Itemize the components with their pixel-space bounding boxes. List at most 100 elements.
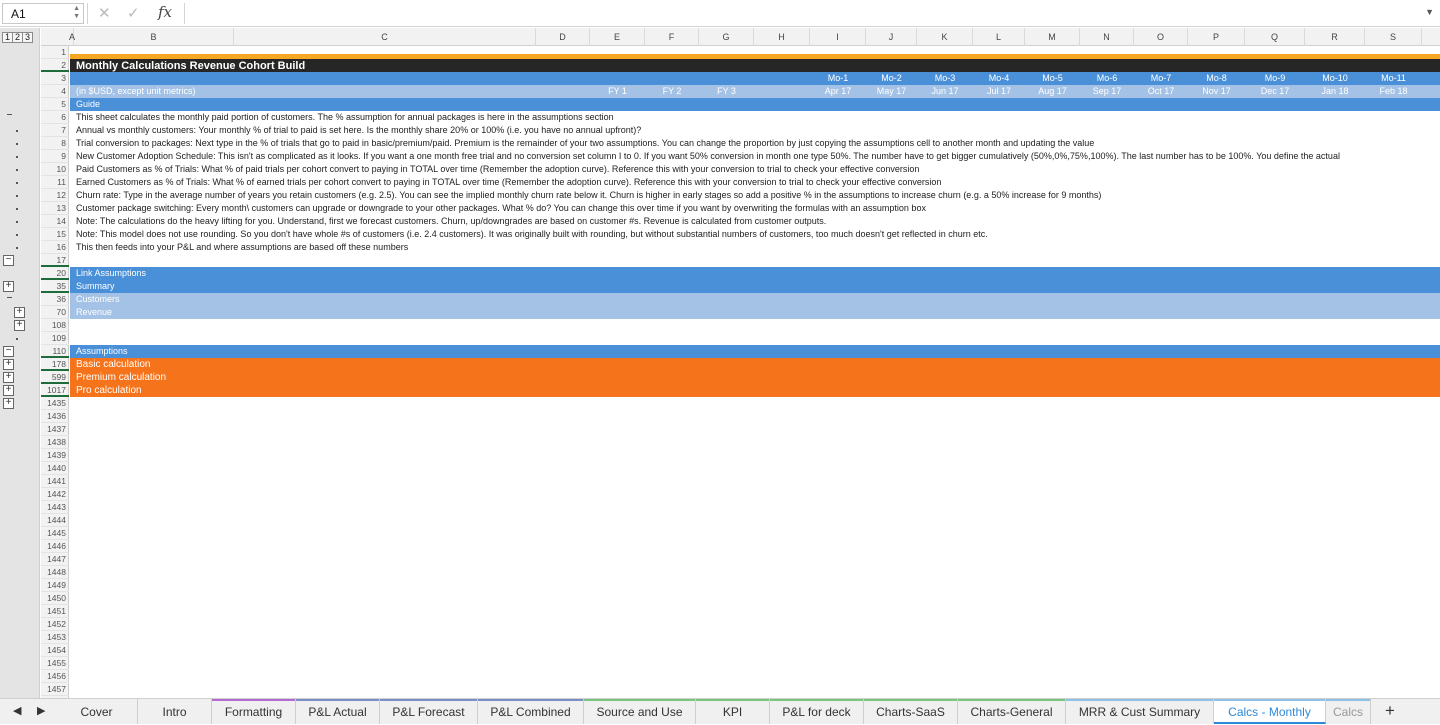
- formula-input[interactable]: [184, 3, 1432, 24]
- row-header[interactable]: 1456: [41, 670, 69, 683]
- expand-revenue-button[interactable]: +: [14, 320, 25, 331]
- sheet-tab[interactable]: P&L Forecast: [380, 699, 478, 724]
- column-header-m[interactable]: M: [1025, 28, 1080, 46]
- sheet-tab[interactable]: Intro: [138, 699, 212, 724]
- expand-pro-button[interactable]: +: [3, 385, 14, 396]
- row-header[interactable]: 36: [41, 293, 69, 306]
- row-header[interactable]: 14: [41, 215, 69, 228]
- row-header[interactable]: 1446: [41, 540, 69, 553]
- row-header[interactable]: 7: [41, 124, 69, 137]
- expand-summary-button[interactable]: +: [3, 281, 14, 292]
- row-header[interactable]: 1: [41, 46, 69, 59]
- sheet-tab[interactable]: Cover: [56, 699, 138, 724]
- row-header[interactable]: 599: [41, 371, 69, 384]
- column-header-q[interactable]: Q: [1245, 28, 1305, 46]
- row-header[interactable]: 8: [41, 137, 69, 150]
- expand-customers-button[interactable]: +: [14, 307, 25, 318]
- column-header-f[interactable]: F: [645, 28, 699, 46]
- row-header[interactable]: 9: [41, 150, 69, 163]
- collapse-assumptions-button[interactable]: −: [3, 346, 14, 357]
- column-header-g[interactable]: G: [699, 28, 754, 46]
- confirm-icon[interactable]: ✓: [127, 4, 140, 22]
- expand-basic-button[interactable]: +: [3, 359, 14, 370]
- row-header[interactable]: 1444: [41, 514, 69, 527]
- scroll-tabs-left-icon[interactable]: ◀: [13, 704, 21, 717]
- sheet-tab[interactable]: P&L Actual: [296, 699, 380, 724]
- column-header-h[interactable]: H: [754, 28, 810, 46]
- column-header-p[interactable]: P: [1188, 28, 1245, 46]
- row-header[interactable]: 1435: [41, 397, 69, 410]
- row-header[interactable]: 17: [41, 254, 69, 267]
- row-header[interactable]: 3: [41, 72, 69, 85]
- row-header[interactable]: 1440: [41, 462, 69, 475]
- sheet-tab[interactable]: MRR & Cust Summary: [1066, 699, 1214, 724]
- column-header-k[interactable]: K: [917, 28, 973, 46]
- column-header-s[interactable]: S: [1365, 28, 1422, 46]
- row-header[interactable]: 108: [41, 319, 69, 332]
- row-header[interactable]: 1454: [41, 644, 69, 657]
- row-header[interactable]: 1017: [41, 384, 69, 397]
- row-header[interactable]: 1437: [41, 423, 69, 436]
- scroll-tabs-right-icon[interactable]: ▶: [37, 704, 45, 717]
- column-header-b[interactable]: B: [74, 28, 234, 46]
- sheet-tab[interactable]: Source and Use: [584, 699, 696, 724]
- sheet-grid[interactable]: Monthly Calculations Revenue Cohort Buil…: [70, 46, 1440, 698]
- column-header-e[interactable]: E: [590, 28, 645, 46]
- row-header[interactable]: 1452: [41, 618, 69, 631]
- row-header[interactable]: 1441: [41, 475, 69, 488]
- row-header[interactable]: 1443: [41, 501, 69, 514]
- row-header[interactable]: 1438: [41, 436, 69, 449]
- column-header-j[interactable]: J: [866, 28, 917, 46]
- row-header[interactable]: 1439: [41, 449, 69, 462]
- row-header[interactable]: 1450: [41, 592, 69, 605]
- row-header[interactable]: 13: [41, 202, 69, 215]
- sheet-tab[interactable]: P&L Combined: [478, 699, 584, 724]
- row-header[interactable]: 10: [41, 163, 69, 176]
- row-header[interactable]: 1442: [41, 488, 69, 501]
- sheet-tab[interactable]: Charts-SaaS: [864, 699, 958, 724]
- row-header[interactable]: 1451: [41, 605, 69, 618]
- row-header[interactable]: 6: [41, 111, 69, 124]
- name-box-stepper-icon[interactable]: ▲ ▼: [73, 5, 80, 21]
- outline-level-3-button[interactable]: 3: [22, 32, 33, 43]
- sheet-tab[interactable]: Calcs - Monthly: [1214, 699, 1326, 724]
- expand-group-button[interactable]: +: [3, 398, 14, 409]
- name-box[interactable]: A1 ▲ ▼: [2, 3, 84, 24]
- row-header[interactable]: 1453: [41, 631, 69, 644]
- row-header[interactable]: 109: [41, 332, 69, 345]
- expand-formula-bar-icon[interactable]: ▼: [1425, 7, 1434, 17]
- column-header-o[interactable]: O: [1134, 28, 1188, 46]
- row-header[interactable]: 1455: [41, 657, 69, 670]
- row-header[interactable]: 16: [41, 241, 69, 254]
- sheet-tab[interactable]: KPI: [696, 699, 770, 724]
- row-header[interactable]: 12: [41, 189, 69, 202]
- column-header-c[interactable]: C: [234, 28, 536, 46]
- insert-function-icon[interactable]: fx: [158, 3, 172, 21]
- row-header[interactable]: 178: [41, 358, 69, 371]
- row-header[interactable]: 15: [41, 228, 69, 241]
- sheet-tab[interactable]: Calcs: [1326, 699, 1371, 724]
- column-header-i[interactable]: I: [810, 28, 866, 46]
- row-header[interactable]: 35: [41, 280, 69, 293]
- row-header[interactable]: 1448: [41, 566, 69, 579]
- row-header[interactable]: 1436: [41, 410, 69, 423]
- row-header[interactable]: 1457: [41, 683, 69, 696]
- row-header[interactable]: 70: [41, 306, 69, 319]
- row-header[interactable]: 4: [41, 85, 69, 98]
- row-header[interactable]: 20: [41, 267, 69, 280]
- sheet-tab[interactable]: Formatting: [212, 699, 296, 724]
- column-header-n[interactable]: N: [1080, 28, 1134, 46]
- column-header-r[interactable]: R: [1305, 28, 1365, 46]
- row-header[interactable]: 1445: [41, 527, 69, 540]
- sheet-tab[interactable]: Charts-General: [958, 699, 1066, 724]
- expand-premium-button[interactable]: +: [3, 372, 14, 383]
- row-header[interactable]: 1447: [41, 553, 69, 566]
- add-sheet-button[interactable]: +: [1380, 700, 1400, 722]
- collapse-guide-button[interactable]: −: [3, 255, 14, 266]
- column-header-l[interactable]: L: [973, 28, 1025, 46]
- row-header[interactable]: 1449: [41, 579, 69, 592]
- cancel-icon[interactable]: ✕: [98, 4, 111, 22]
- row-header[interactable]: 5: [41, 98, 69, 111]
- column-header-d[interactable]: D: [536, 28, 590, 46]
- row-header[interactable]: 2: [41, 59, 69, 72]
